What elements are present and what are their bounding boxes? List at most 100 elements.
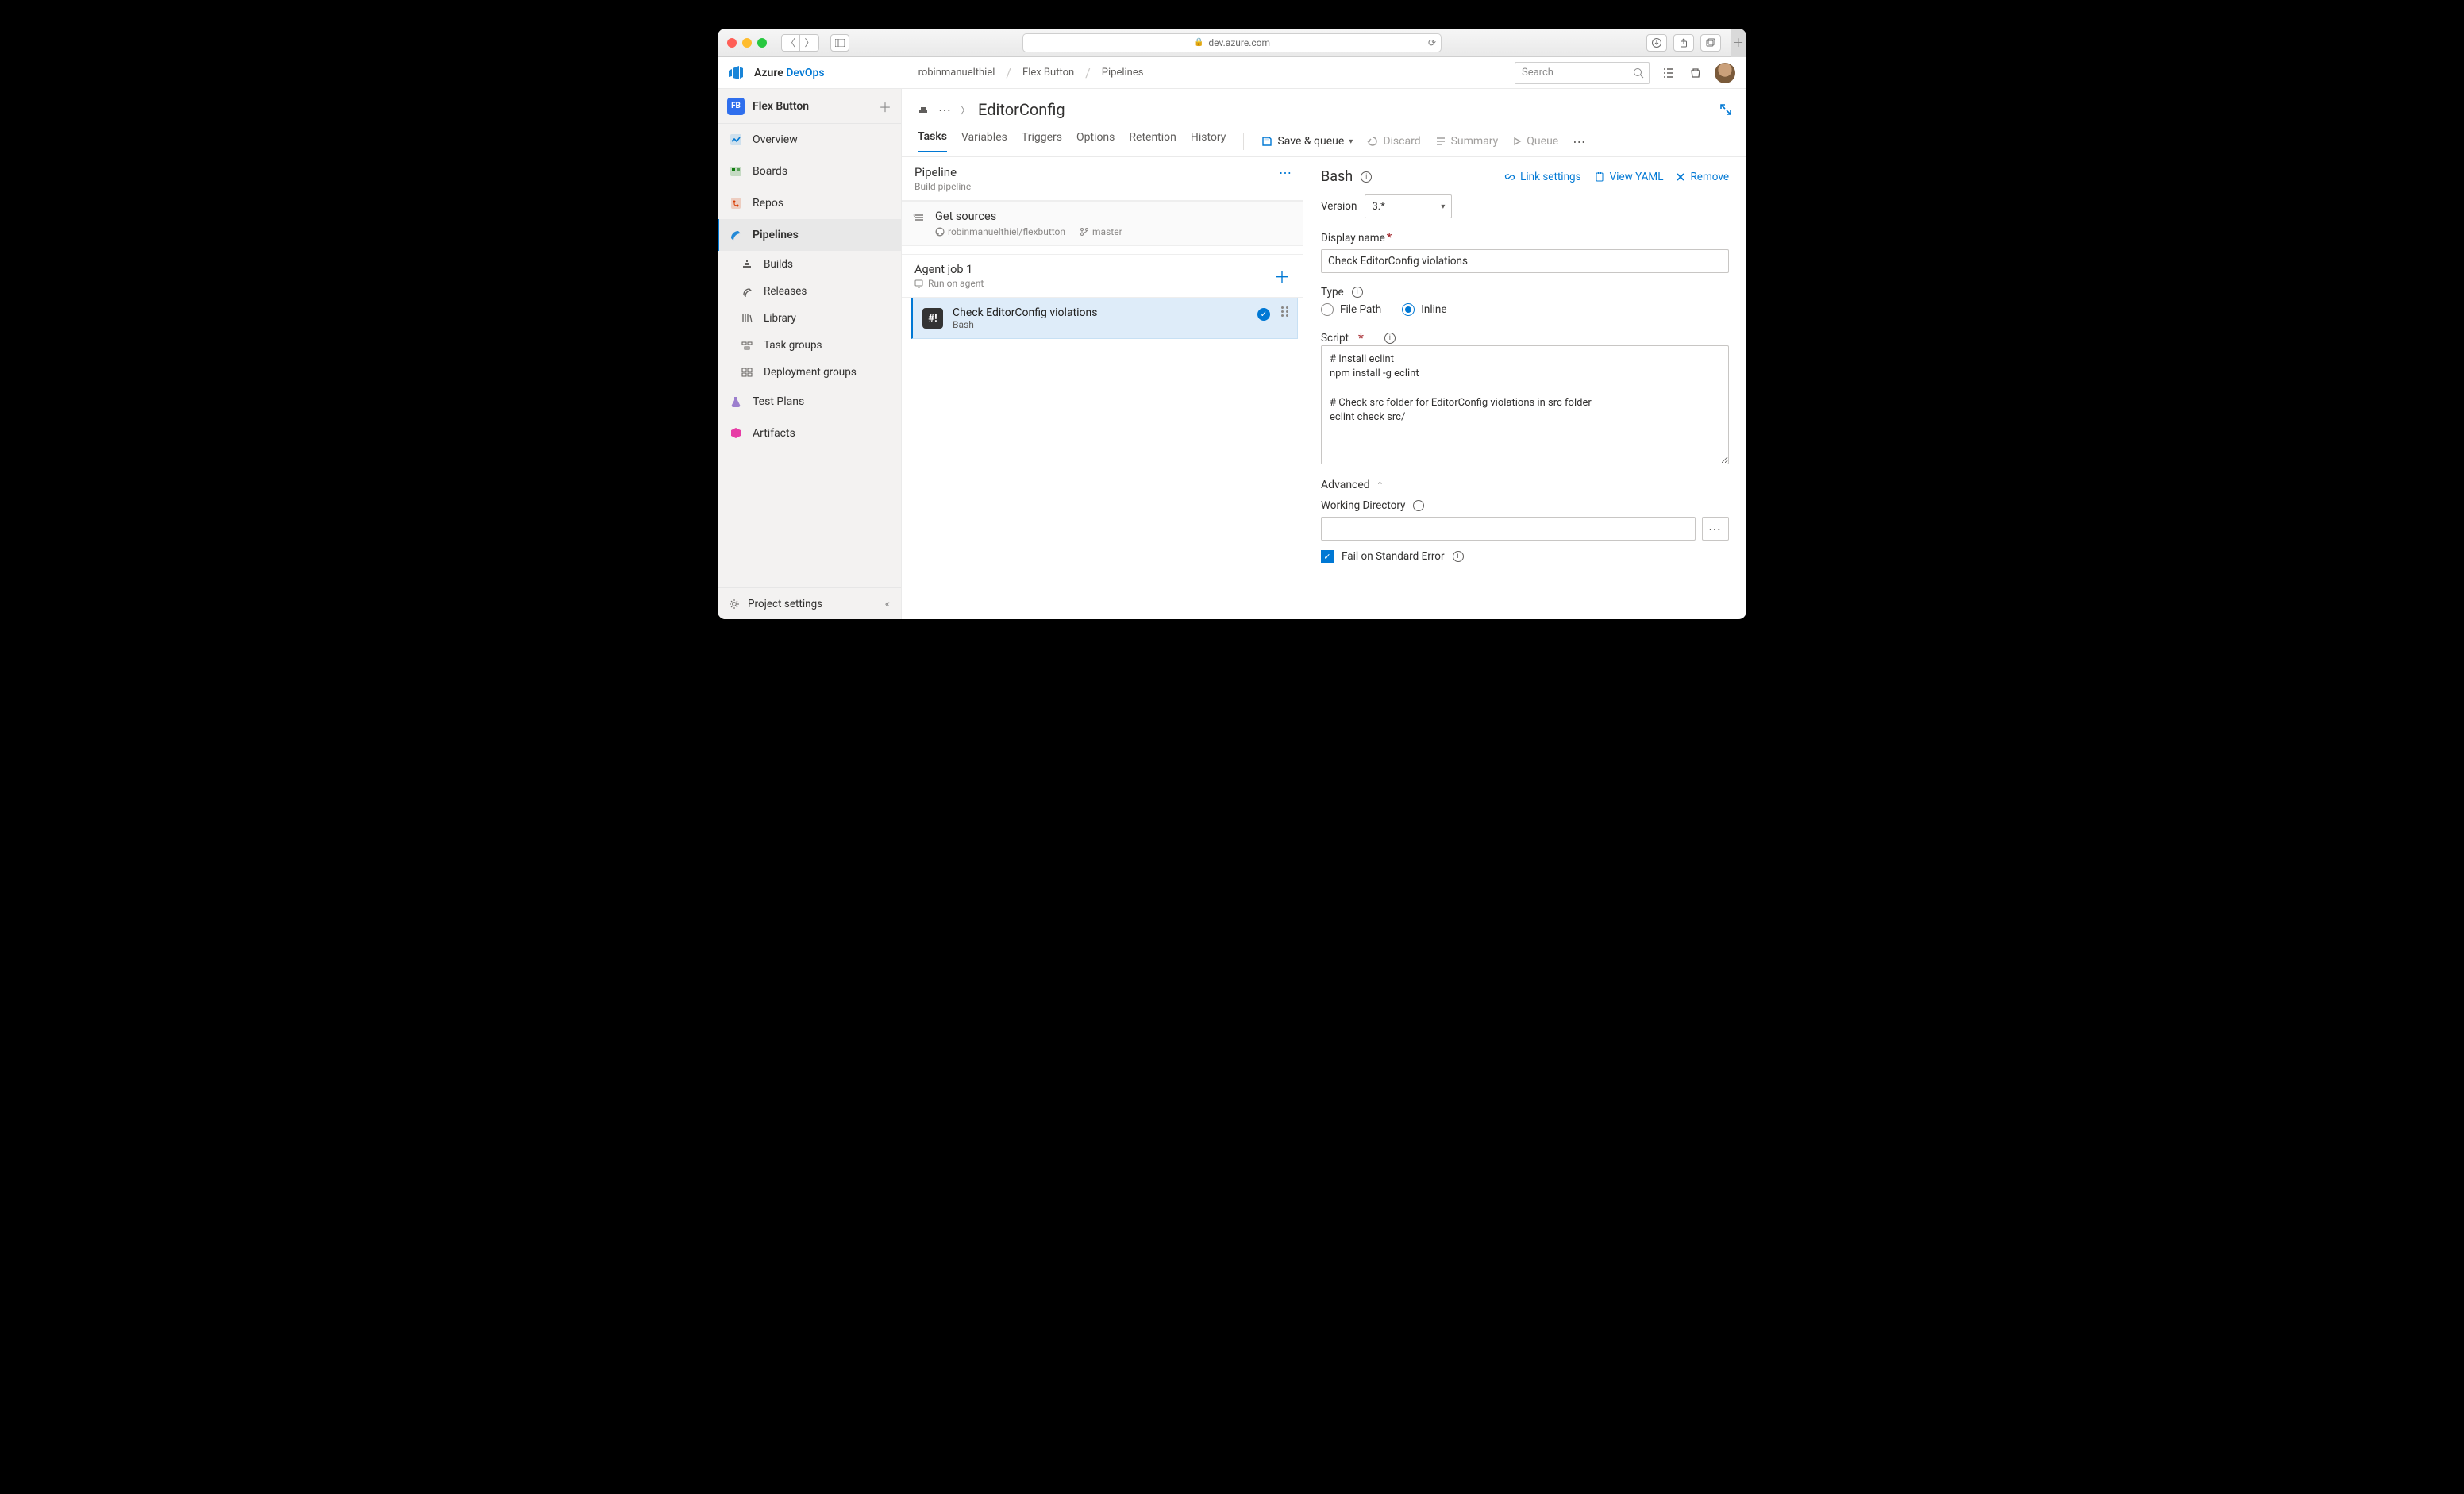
- tab-tasks[interactable]: Tasks: [918, 130, 947, 152]
- new-tab-button[interactable]: [1731, 29, 1746, 57]
- search-placeholder: Search: [1522, 67, 1553, 79]
- nav-test-plans[interactable]: Test Plans: [718, 386, 901, 418]
- library-icon: [740, 311, 754, 325]
- repos-icon: [729, 196, 743, 210]
- tab-retention[interactable]: Retention: [1129, 131, 1176, 152]
- nav-pipelines[interactable]: Pipelines: [718, 219, 901, 251]
- checkbox-checked-icon[interactable]: ✓: [1321, 550, 1334, 563]
- downloads-button[interactable]: [1646, 34, 1667, 52]
- queue-button[interactable]: Queue: [1512, 135, 1558, 148]
- breadcrumb-project[interactable]: Flex Button: [1022, 67, 1074, 79]
- agent-job-row[interactable]: Agent job 1 Run on agent ＋: [902, 254, 1303, 298]
- info-icon[interactable]: i: [1413, 500, 1424, 511]
- zoom-window-icon[interactable]: [757, 38, 767, 48]
- address-bar[interactable]: 🔒 dev.azure.com ⟳: [1022, 33, 1442, 52]
- save-and-queue-button[interactable]: Save & queue ▾: [1261, 135, 1353, 148]
- breadcrumb-org[interactable]: robinmanuelthiel: [918, 67, 995, 79]
- marketplace-icon[interactable]: [1688, 65, 1704, 81]
- project-settings[interactable]: Project settings «: [718, 587, 901, 619]
- working-directory-input[interactable]: [1321, 517, 1696, 541]
- nav-repos[interactable]: Repos: [718, 187, 901, 219]
- view-yaml-button[interactable]: View YAML: [1594, 171, 1664, 183]
- info-icon[interactable]: i: [1352, 287, 1363, 298]
- task-valid-icon: ✓: [1257, 308, 1270, 321]
- forward-button[interactable]: 〉: [800, 34, 819, 52]
- get-sources-title: Get sources: [935, 210, 1293, 223]
- remove-button[interactable]: Remove: [1676, 171, 1729, 183]
- info-icon[interactable]: i: [1384, 333, 1396, 344]
- breadcrumb-area[interactable]: Pipelines: [1102, 67, 1144, 79]
- url-host: dev.azure.com: [1208, 37, 1270, 48]
- type-file-path-radio[interactable]: File Path: [1321, 303, 1381, 316]
- queue-label: Queue: [1527, 135, 1558, 148]
- browse-button[interactable]: ⋯: [1702, 517, 1729, 541]
- brand-label[interactable]: Azure DevOps: [754, 67, 825, 79]
- toolbar-more-icon[interactable]: ⋯: [1573, 134, 1587, 149]
- agent-job-subtitle: Run on agent: [928, 278, 984, 289]
- search-input[interactable]: Search: [1515, 62, 1650, 84]
- tab-variables[interactable]: Variables: [961, 131, 1007, 152]
- link-settings-label: Link settings: [1520, 171, 1580, 183]
- nav-builds[interactable]: Builds: [729, 251, 901, 278]
- reload-icon[interactable]: ⟳: [1428, 37, 1436, 48]
- nav-artifacts-label: Artifacts: [753, 427, 795, 440]
- minimize-window-icon[interactable]: [742, 38, 752, 48]
- close-window-icon[interactable]: [727, 38, 737, 48]
- tab-options[interactable]: Options: [1076, 131, 1115, 152]
- nav-pipelines-subgroup: Builds Releases Library Task groups: [718, 251, 901, 386]
- summary-button[interactable]: Summary: [1435, 135, 1499, 148]
- nav-boards[interactable]: Boards: [718, 156, 901, 187]
- type-inline-radio[interactable]: Inline: [1402, 303, 1446, 316]
- back-button[interactable]: 〈: [781, 34, 800, 52]
- add-task-icon[interactable]: ＋: [1274, 264, 1290, 287]
- version-value: 3.*: [1372, 201, 1384, 213]
- fail-on-stderr-label: Fail on Standard Error: [1342, 550, 1445, 563]
- tabs-button[interactable]: [1700, 34, 1721, 52]
- link-settings-button[interactable]: Link settings: [1504, 171, 1580, 183]
- info-icon[interactable]: i: [1453, 551, 1464, 562]
- tab-history[interactable]: History: [1191, 131, 1226, 152]
- nav-library[interactable]: Library: [729, 305, 901, 332]
- nav-deployment-groups[interactable]: Deployment groups: [729, 359, 901, 386]
- add-project-icon[interactable]: ＋: [879, 97, 891, 116]
- nav-overview[interactable]: Overview: [718, 124, 901, 156]
- agent-icon: [914, 279, 923, 288]
- deployment-groups-icon: [740, 365, 754, 379]
- breadcrumb-overflow-icon[interactable]: ⋯: [938, 102, 953, 117]
- tab-triggers[interactable]: Triggers: [1022, 131, 1062, 152]
- task-row-selected[interactable]: #! Check EditorConfig violations Bash ✓: [911, 298, 1298, 339]
- get-sources-row[interactable]: Get sources robinmanuelthiel/flexbutton: [902, 201, 1303, 246]
- pipeline-card-subtitle: Build pipeline: [914, 181, 1290, 192]
- work-items-icon[interactable]: [1661, 65, 1677, 81]
- display-name-input[interactable]: [1321, 249, 1729, 273]
- pipeline-card-menu-icon[interactable]: ⋯: [1279, 165, 1293, 180]
- page-title: EditorConfig: [978, 100, 1065, 119]
- fullscreen-icon[interactable]: [1719, 103, 1732, 116]
- share-button[interactable]: [1673, 34, 1694, 52]
- discard-button[interactable]: Discard: [1367, 135, 1420, 148]
- nav-repos-label: Repos: [753, 197, 783, 210]
- breadcrumb-sep-icon: /: [1006, 65, 1011, 80]
- get-sources-icon: [911, 211, 927, 224]
- project-name: Flex Button: [753, 100, 871, 113]
- pipeline-header-card[interactable]: Pipeline Build pipeline ⋯: [902, 157, 1303, 201]
- drag-handle-icon[interactable]: [1281, 306, 1289, 317]
- github-icon: [935, 227, 945, 237]
- info-icon[interactable]: i: [1361, 171, 1372, 183]
- chevron-right-icon: 〉: [961, 103, 970, 117]
- project-switcher[interactable]: FB Flex Button ＋: [718, 89, 901, 124]
- version-select[interactable]: 3.* ▾: [1365, 194, 1452, 218]
- collapse-icon[interactable]: «: [885, 598, 890, 610]
- script-label: Script: [1321, 332, 1349, 345]
- nav-artifacts[interactable]: Artifacts: [718, 418, 901, 449]
- nav-task-groups[interactable]: Task groups: [729, 332, 901, 359]
- artifacts-icon: [729, 426, 743, 441]
- releases-icon: [740, 284, 754, 298]
- sidebar-toggle-button[interactable]: [830, 34, 849, 52]
- pipeline-card-title: Pipeline: [914, 165, 1290, 179]
- user-avatar[interactable]: [1715, 63, 1735, 83]
- advanced-section-toggle[interactable]: Advanced ⌃: [1321, 479, 1729, 491]
- browser-window: 〈 〉 🔒 dev.azure.com ⟳: [718, 29, 1746, 619]
- script-textarea[interactable]: [1321, 345, 1729, 464]
- nav-releases[interactable]: Releases: [729, 278, 901, 305]
